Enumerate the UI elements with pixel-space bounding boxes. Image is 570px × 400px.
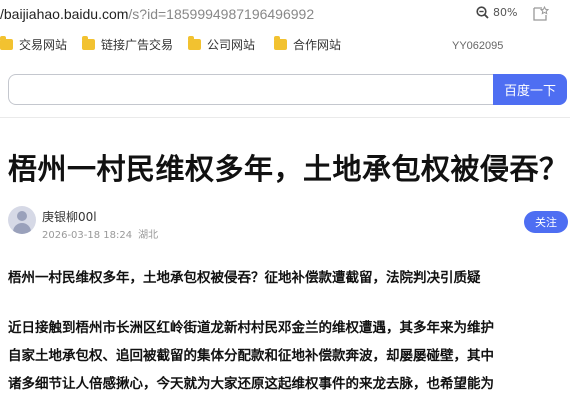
url-path: /s?id=1859994987196496992: [128, 6, 315, 22]
article-title: 梧州一村民维权多年，土地承包权被侵吞？: [8, 152, 569, 186]
publish-location: 湖北: [138, 230, 159, 241]
url-host: baijiahao.baidu.com: [3, 6, 129, 22]
folder-icon: [0, 36, 13, 50]
article-subtitle: 梧州一村民维权多年，土地承包权被侵吞？征地补偿款遭截留，法院判决引质疑: [8, 270, 481, 286]
bookmark-code[interactable]: YY062095: [452, 40, 503, 52]
url-text[interactable]: /baijiahao.baidu.com/s?id=18599949871964…: [0, 6, 314, 22]
bookmark-gongsi[interactable]: 公司网站: [188, 36, 255, 53]
paragraph-line: 近日接触到梧州市长洲区红岭街道龙新村村民邓金兰的维权遭遇，其多年来为维护: [8, 320, 494, 336]
follow-button[interactable]: 关注: [524, 211, 568, 233]
bookmark-label: 链接广告交易: [101, 38, 174, 52]
author-name[interactable]: 庚银柳00l: [42, 208, 97, 225]
publish-date: 2026-03-18 18:24: [42, 230, 133, 241]
search-button[interactable]: 百度一下: [493, 74, 567, 105]
article-meta: 2026-03-18 18:24 湖北: [42, 226, 158, 241]
zoom-icon: [476, 6, 489, 19]
zoom-level: 80%: [493, 6, 518, 19]
paragraph-line: 诸多细节让人倍感揪心，今天就为大家还原这起维权事件的来龙去脉，也希望能为: [8, 376, 494, 392]
header-divider: [0, 117, 570, 118]
zoom-indicator[interactable]: 80%: [476, 6, 517, 19]
address-bar[interactable]: /baijiahao.baidu.com/s?id=18599949871964…: [0, 0, 570, 30]
article-paragraph: 近日接触到梧州市长洲区红岭街道龙新村村民邓金兰的维权遭遇，其多年来为维护 自家土…: [8, 314, 570, 398]
folder-icon: [188, 36, 201, 50]
bookmark-label: 交易网站: [19, 38, 68, 52]
search-input[interactable]: [8, 74, 493, 105]
bookmark-label: 公司网站: [207, 38, 256, 52]
bookmark-lianjie[interactable]: 链接广告交易: [82, 36, 173, 53]
bookmarks-bar: 交易网站 链接广告交易 公司网站 合作网站 YY062095: [0, 36, 570, 58]
bookmark-label: 合作网站: [293, 38, 342, 52]
bookmark-hezuo[interactable]: 合作网站: [274, 36, 341, 53]
folder-icon: [82, 36, 95, 50]
bookmark-jiaoyi[interactable]: 交易网站: [0, 36, 67, 53]
folder-icon: [274, 36, 287, 50]
add-bookmark-icon[interactable]: [532, 6, 550, 22]
paragraph-line: 自家土地承包权、追回被截留的集体分配款和征地补偿款奔波，却屡屡碰壁，其中: [8, 348, 494, 364]
avatar[interactable]: [8, 206, 36, 234]
